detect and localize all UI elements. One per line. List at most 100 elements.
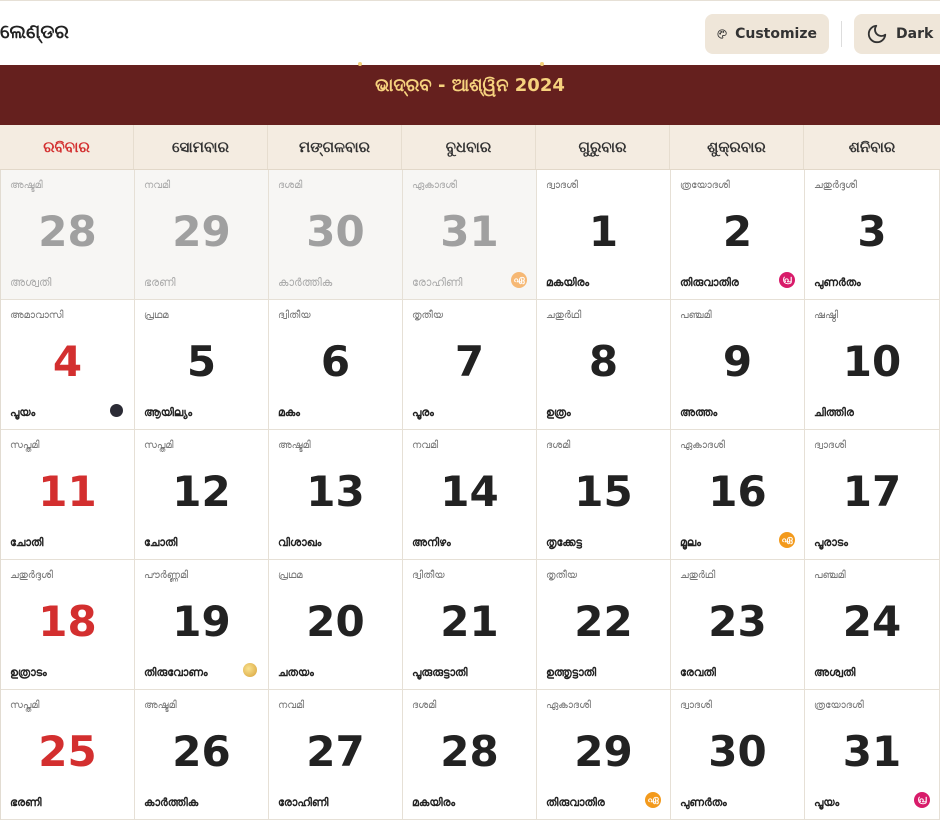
nakshatra-label: തൃക്കേട്ട [546,536,582,549]
day-cell[interactable]: ദശമി 15 തൃക്കേട്ട [537,430,671,560]
day-number: 7 [454,337,485,386]
nakshatra-label: മകയിരം [412,796,456,809]
full-moon-icon [243,663,257,677]
day-cell[interactable]: ദശമി 28 മകയിരം [403,690,537,820]
day-number: 31 [842,727,902,776]
nakshatra-label: പൂരാടം [814,536,848,549]
day-number: 19 [172,597,231,646]
nakshatra-label: ആയില്യം [144,406,193,419]
weekday-label: ସୋମବାର [134,125,268,169]
day-cell[interactable]: ഏകാദശി 31 രോഹിണി ഏ [403,170,537,300]
nakshatra-label: ചതയം [278,666,314,679]
tithi-label: ചതുർദ്ദശി [10,570,53,581]
day-cell[interactable]: ചതുർദ്ദശി 3 പുണർതം [805,170,940,300]
day-cell[interactable]: അമാവാസി 4 പൂയം [1,300,135,430]
day-cell[interactable]: പൗർണ്ണമി 19 തിരുവോണം [135,560,269,690]
tithi-label: ചതുർഥി [546,310,582,321]
day-cell[interactable]: പഞ്ചമി 9 അത്തം [671,300,805,430]
nakshatra-label: ചിത്തിര [814,406,854,419]
tithi-label: ദ്വിതീയ [412,570,445,581]
day-cell[interactable]: അഷ്ടമി 13 വിശാഖം [269,430,403,560]
tithi-label: അമാവാസി [10,310,64,321]
day-cell[interactable]: സപ്തമി 25 ഭരണി [1,690,135,820]
day-cell[interactable]: അഷ്ടമി 26 കാർത്തിക [135,690,269,820]
tithi-label: നവമി [412,440,439,451]
day-cell[interactable]: ദ്വാദശി 1 മകയിരം [537,170,671,300]
nakshatra-label: ഉത്രം [546,406,571,419]
day-cell[interactable]: തൃതീയ 7 പൂരം [403,300,537,430]
day-number: 23 [708,597,767,646]
day-cell[interactable]: നവമി 29 ഭരണി [135,170,269,300]
day-number: 30 [708,727,767,776]
day-cell[interactable]: അഷ്ടമി 28 അശ്വതി [1,170,135,300]
nakshatra-label: മൂലം [680,536,701,549]
nakshatra-label: രോഹിണി [412,276,463,289]
day-number: 4 [52,337,83,386]
day-number: 20 [306,597,365,646]
tithi-label: ഏകാദശി [546,700,591,711]
day-cell[interactable]: ത്രയോദശി 2 തിരുവാതിര പ്ര [671,170,805,300]
day-cell[interactable]: നവമി 14 അനിഴം [403,430,537,560]
nakshatra-label: ചോതി [10,536,44,549]
tithi-label: പ്രഥമ [144,310,169,321]
tithi-label: ദശമി [412,700,437,711]
divider [841,21,842,47]
ekadashi-badge: ഏ [779,532,795,548]
day-cell[interactable]: ദ്വിതീയ 21 പൂരുരുട്ടാതി [403,560,537,690]
customize-button[interactable]: Customize [705,14,829,54]
day-cell[interactable]: ഷഷ്ഠി 10 ചിത്തിര [805,300,940,430]
nakshatra-label: പുണർതം [680,796,727,809]
weekday-label: ରବିବାର [0,125,134,169]
nakshatra-label: കാർത്തിക [278,276,333,289]
ekadashi-badge: ഏ [645,792,661,808]
day-number: 8 [588,337,619,386]
nakshatra-label: അത്തം [680,406,718,419]
day-cell[interactable]: പ്രഥമ 20 ചതയം [269,560,403,690]
clipped-text-fragment [358,62,558,68]
tithi-label: അഷ്ടമി [278,440,311,451]
calendar-grid: ରବିବାର ସୋମବାର ମଙ୍ଗଳବାର ବୁଧବାର ଗୁରୁବାର ଶୁକ୍ରବା… [0,125,940,820]
day-number: 14 [440,467,499,516]
day-cell[interactable]: ത്രയോദശി 31 പൂയം പ്ര [805,690,940,820]
new-moon-icon [110,404,123,417]
nakshatra-label: ചോതി [144,536,178,549]
day-number: 17 [842,467,902,516]
day-number: 9 [722,337,753,386]
nakshatra-label: രേവതി [680,666,716,679]
day-cell[interactable]: ദ്വിതീയ 6 മകം [269,300,403,430]
weekday-label: ଗୁରୁବାର [536,125,670,169]
tithi-label: ത്രയോദശി [680,180,730,191]
day-number: 26 [172,727,231,776]
tithi-label: ചതുർഥി [680,570,716,581]
week-row: ചതുർദ്ദശി 18 ഉത്രാടം പൗർണ്ണമി 19 തിരുവോണം പ്രഥ… [1,560,940,690]
day-cell[interactable]: പഞ്ചമി 24 അശ്വതി [805,560,940,690]
day-number: 27 [306,727,365,776]
day-cell[interactable]: തൃതീയ 22 ഉത്തൃട്ടാതി [537,560,671,690]
nakshatra-label: തിരുവാതിര [546,796,605,809]
day-cell[interactable]: ചതുർഥി 23 രേവതി [671,560,805,690]
day-number: 25 [38,727,97,776]
nakshatra-label: ഉത്രാടം [10,666,47,679]
day-cell[interactable]: ദ്വാദശി 30 പുണർതം [671,690,805,820]
month-title: ଭାଦ୍ରବ - ଆଶ୍ୱିନ 2024 [375,75,565,96]
dark-mode-button[interactable]: Dark [854,14,940,54]
day-cell[interactable]: ചതുർഥി 8 ഉത്രം [537,300,671,430]
tithi-label: ദ്വാദശി [680,700,712,711]
day-cell[interactable]: ഏകാദശി 16 മൂലം ഏ [671,430,805,560]
day-cell[interactable]: ദശമി 30 കാർത്തിക [269,170,403,300]
tithi-label: ചതുർദ്ദശി [814,180,857,191]
nakshatra-label: ഭരണി [144,276,176,289]
day-cell[interactable]: സപ്തമി 12 ചോതി [135,430,269,560]
day-number: 28 [38,207,97,256]
day-number: 11 [38,467,97,516]
nakshatra-label: തിരുവാതിര [680,276,739,289]
day-cell[interactable]: ദ്വാദശി 17 പൂരാടം [805,430,940,560]
day-cell[interactable]: ചതുർദ്ദശി 18 ഉത്രാടം [1,560,135,690]
day-cell[interactable]: നവമി 27 രോഹിണി [269,690,403,820]
day-cell[interactable]: സപ്തമി 11 ചോതി [1,430,135,560]
week-row: സപ്തമി 25 ഭരണി അഷ്ടമി 26 കാർത്തിക നവമി 27 രോഹിണി… [1,690,940,820]
day-cell[interactable]: ഏകാദശി 29 തിരുവാതിര ഏ [537,690,671,820]
day-number: 3 [857,207,887,256]
tithi-label: ദശമി [546,440,571,451]
day-cell[interactable]: പ്രഥമ 5 ആയില്യം [135,300,269,430]
